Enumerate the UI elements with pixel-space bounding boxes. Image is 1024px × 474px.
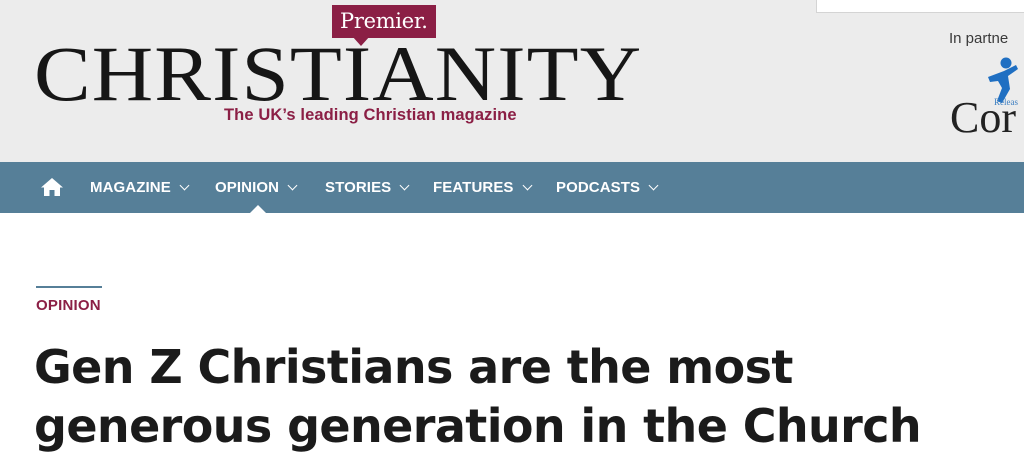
nav-item-label: STORIES (325, 179, 392, 196)
nav-item-magazine[interactable]: MAGAZINE (90, 162, 190, 213)
nav-item-label: PODCASTS (556, 179, 641, 196)
article-headline: Gen Z Christians are the most generous g… (34, 340, 922, 453)
main-nav: MAGAZINE OPINION STORIES FEATURES PODCAS… (0, 162, 1024, 213)
chevron-down-icon (287, 180, 298, 190)
category-rule (36, 286, 102, 288)
site-header: Premier. CHRISTIANITY The UK’s leading C… (0, 0, 1024, 162)
nav-item-label: OPINION (215, 179, 280, 196)
nav-item-features[interactable]: FEATURES (433, 162, 532, 213)
logo-tagline: The UK’s leading Christian magazine (224, 106, 517, 124)
article-category[interactable]: OPINION (36, 297, 101, 314)
chevron-down-icon (648, 180, 659, 190)
nav-item-stories[interactable]: STORIES (325, 162, 410, 213)
nav-item-podcasts[interactable]: PODCASTS (556, 162, 659, 213)
active-nav-indicator (250, 205, 266, 213)
partner-label: In partne (949, 30, 1009, 47)
partner-name: Cor (950, 93, 1016, 142)
partner-logo[interactable]: In partne Releas Cor (946, 30, 1024, 150)
nav-item-label: FEATURES (433, 179, 514, 196)
nav-item-label: MAGAZINE (90, 179, 171, 196)
chevron-down-icon (399, 180, 410, 190)
site-logo[interactable]: Premier. CHRISTIANITY The UK’s leading C… (34, 0, 641, 140)
chevron-down-icon (179, 180, 190, 190)
search-input[interactable] (816, 0, 1024, 13)
chevron-down-icon (522, 180, 532, 190)
logo-wordmark: CHRISTIANITY (34, 30, 643, 117)
home-icon[interactable] (40, 177, 64, 197)
